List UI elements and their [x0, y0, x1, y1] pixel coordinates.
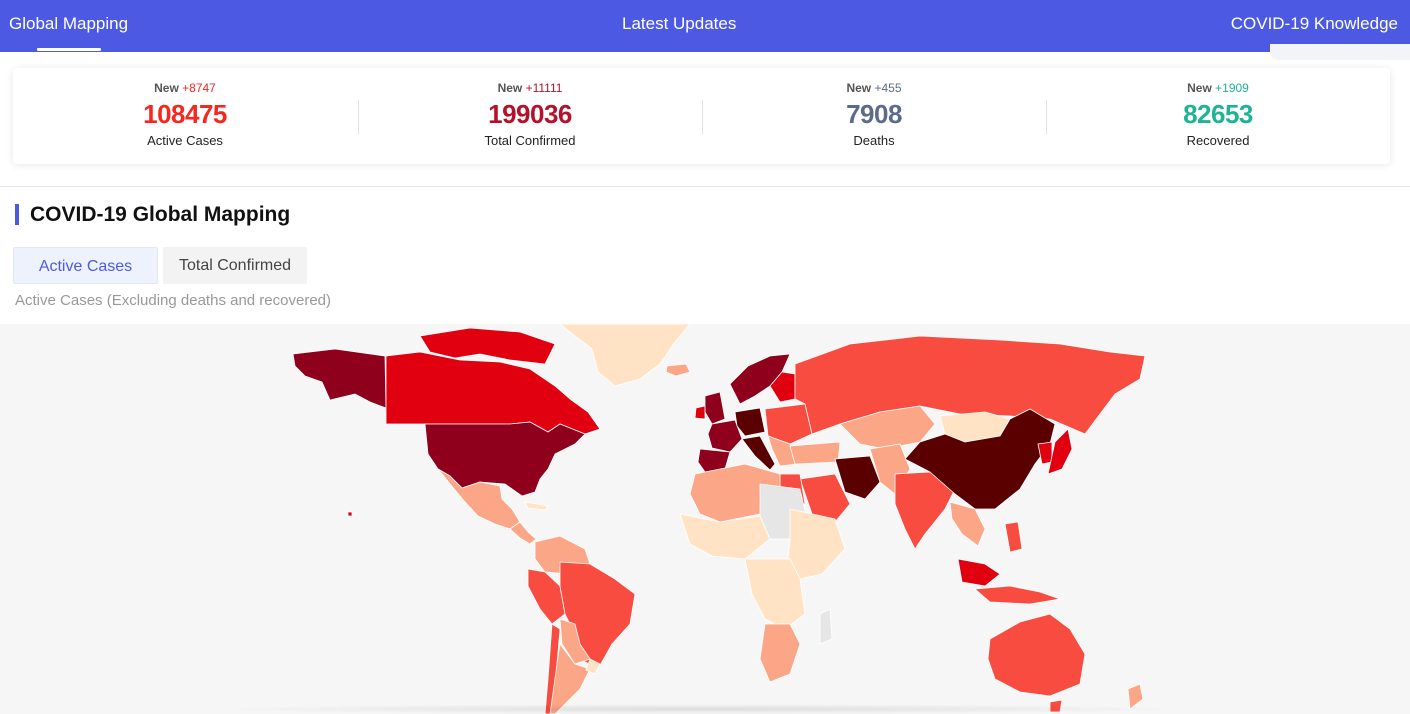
stat-new-line: New +8747 — [13, 81, 357, 95]
map-region-ireland[interactable] — [694, 405, 706, 420]
map-region-turkey[interactable] — [789, 441, 841, 465]
stat-delta: +1909 — [1215, 81, 1249, 95]
map-bottom-shadow — [200, 704, 1200, 714]
map-region-alaska[interactable] — [292, 348, 387, 409]
map-region-peru-ecuador[interactable] — [527, 568, 566, 625]
stat-deaths: New +455 7908 Deaths — [702, 68, 1046, 164]
stat-new-line: New +1909 — [1046, 81, 1390, 95]
nav-covid-knowledge[interactable]: COVID-19 Knowledge — [1231, 14, 1398, 34]
map-region-madagascar[interactable] — [819, 608, 833, 645]
section-title: COVID-19 Global Mapping — [30, 203, 291, 226]
map-region-australia[interactable] — [987, 613, 1086, 697]
stat-delta: +455 — [874, 81, 902, 95]
map-region-korea[interactable] — [1037, 441, 1053, 465]
map-region-greenland[interactable] — [559, 324, 691, 387]
stat-delta: +11111 — [525, 81, 563, 95]
stat-new-label: New — [154, 81, 179, 95]
map-region-iceland[interactable] — [665, 363, 691, 377]
stat-value: 82653 — [1183, 99, 1253, 129]
nav-active-indicator — [37, 48, 101, 51]
tab-active-cases[interactable]: Active Cases — [13, 247, 158, 284]
search-box-edge — [1270, 44, 1410, 60]
stat-label: Total Confirmed — [484, 133, 576, 148]
stat-new-line: New +11111 — [358, 81, 702, 95]
top-nav: Global Mapping Latest Updates COVID-19 K… — [0, 0, 1410, 52]
map-region-malaysia-indonesia[interactable] — [957, 558, 1001, 587]
map-region-indonesia-east[interactable] — [974, 585, 1061, 605]
stats-card: New +8747 108475 Active Cases New +11111… — [13, 68, 1390, 164]
nav-latest-updates[interactable]: Latest Updates — [622, 14, 736, 34]
map-region-philippines[interactable] — [1004, 521, 1023, 553]
stat-delta: +8747 — [182, 81, 216, 95]
stat-label: Active Cases — [147, 133, 223, 148]
stat-total-confirmed: New +11111 199036 Total Confirmed — [358, 68, 702, 164]
stat-recovered: New +1909 82653 Recovered — [1046, 68, 1390, 164]
stat-label: Deaths — [853, 133, 895, 148]
stat-label: Recovered — [1186, 133, 1250, 148]
section-accent-bar — [15, 204, 19, 225]
world-map-svg — [292, 324, 1146, 714]
stat-new-label: New — [846, 81, 872, 95]
map-region-usa[interactable] — [424, 421, 586, 497]
stat-value: 108475 — [143, 99, 227, 129]
stat-value: 199036 — [488, 99, 572, 129]
stat-value: 7908 — [846, 99, 902, 129]
stat-new-label: New — [497, 81, 523, 95]
world-map[interactable] — [0, 324, 1410, 714]
map-region-cuba[interactable] — [524, 501, 549, 511]
map-region-southern-africa[interactable] — [759, 623, 801, 683]
map-region-hawaii[interactable] — [347, 511, 353, 517]
stat-active-cases: New +8747 108475 Active Cases — [13, 68, 357, 164]
tab-total-confirmed[interactable]: Total Confirmed — [163, 247, 307, 284]
nav-global-mapping[interactable]: Global Mapping — [9, 14, 128, 34]
map-region-uk[interactable] — [704, 391, 726, 425]
stat-new-line: New +455 — [702, 81, 1046, 95]
stat-new-label: New — [1187, 81, 1212, 95]
map-description: Active Cases (Excluding deaths and recov… — [15, 292, 331, 309]
section-divider — [0, 186, 1410, 187]
map-region-canada[interactable] — [385, 351, 601, 435]
